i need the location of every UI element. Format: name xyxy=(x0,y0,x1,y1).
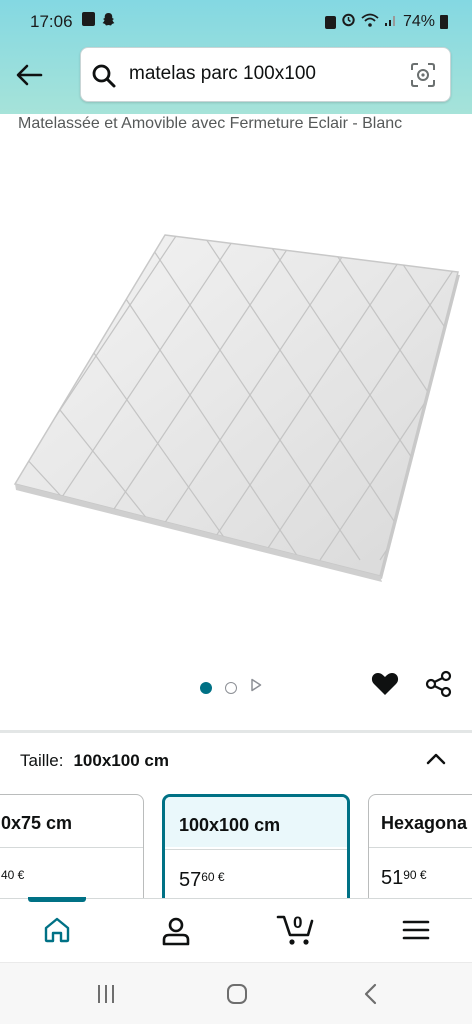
status-time: 17:06 xyxy=(30,12,73,31)
product-image[interactable] xyxy=(0,165,472,665)
size-option-price: 40 € xyxy=(1,868,25,882)
heart-icon xyxy=(371,673,399,695)
battery-icon xyxy=(440,15,448,29)
gallery-pagination[interactable] xyxy=(200,678,262,697)
lock-icon xyxy=(324,15,336,29)
back-system-button[interactable] xyxy=(362,983,380,1010)
size-option[interactable]: 0x75 cm 40 € xyxy=(0,794,144,900)
signal-icon xyxy=(384,13,398,32)
size-options: 0x75 cm 40 € 100x100 cm 5760 € Hexagona … xyxy=(0,794,472,900)
search-bar[interactable]: matelas parc 100x100 xyxy=(80,47,451,102)
product-title: Matelassée et Amovible avec Fermeture Ec… xyxy=(18,115,403,132)
gallery-dot-active[interactable] xyxy=(200,681,212,694)
system-nav-bar xyxy=(0,962,472,1024)
size-selector-header[interactable]: Taille: 100x100 cm xyxy=(20,751,169,771)
alarm-icon xyxy=(341,12,356,32)
cart-count: 0 xyxy=(293,913,303,932)
camera-lens-icon[interactable] xyxy=(410,62,436,93)
menu-nav-button[interactable] xyxy=(402,915,430,950)
status-bar: 17:06 74% xyxy=(0,0,472,44)
home-system-button[interactable] xyxy=(226,983,248,1010)
wishlist-button[interactable] xyxy=(370,669,400,704)
size-label: Taille: xyxy=(20,751,64,770)
search-input[interactable]: matelas parc 100x100 xyxy=(129,63,316,85)
recent-apps-button[interactable] xyxy=(95,983,117,1010)
bottom-nav: 0 xyxy=(0,897,472,962)
section-divider xyxy=(0,730,472,733)
battery-percent: 74% xyxy=(402,13,435,30)
size-selected-value: 100x100 cm xyxy=(73,751,169,770)
person-icon xyxy=(162,917,190,946)
arrow-left-icon xyxy=(16,64,43,86)
notification-check-icon xyxy=(82,12,95,26)
collapse-button[interactable] xyxy=(426,752,446,771)
account-nav-button[interactable] xyxy=(160,915,192,952)
hamburger-menu-icon xyxy=(402,920,430,940)
cart-nav-button[interactable]: 0 xyxy=(276,911,316,952)
home-icon xyxy=(44,917,70,943)
size-option-name: Hexagona xyxy=(381,813,468,833)
gallery-dot[interactable] xyxy=(225,681,237,694)
share-icon xyxy=(425,670,452,698)
share-button[interactable] xyxy=(424,669,454,704)
chevron-left-icon xyxy=(364,983,377,1005)
home-active-indicator xyxy=(28,897,86,902)
back-button[interactable] xyxy=(10,58,48,92)
home-square-icon xyxy=(227,984,247,1004)
video-play-icon[interactable] xyxy=(250,678,262,697)
size-option-price: 5190 € xyxy=(381,867,427,889)
size-option-selected[interactable]: 100x100 cm 5760 € xyxy=(162,794,350,900)
chevron-up-icon xyxy=(426,753,446,765)
size-option-name: 0x75 cm xyxy=(1,813,73,833)
wifi-icon xyxy=(361,13,379,32)
recent-apps-icon xyxy=(98,985,114,1003)
size-option[interactable]: Hexagona 5190 € xyxy=(368,794,472,900)
size-option-price: 5760 € xyxy=(179,869,225,891)
app-header: 17:06 74% matelas parc 100x100 xyxy=(0,0,472,114)
snapchat-icon xyxy=(101,12,116,32)
home-nav-button[interactable] xyxy=(42,915,72,950)
search-icon xyxy=(91,63,117,94)
mattress-image xyxy=(13,234,460,582)
size-option-name: 100x100 cm xyxy=(179,815,281,835)
